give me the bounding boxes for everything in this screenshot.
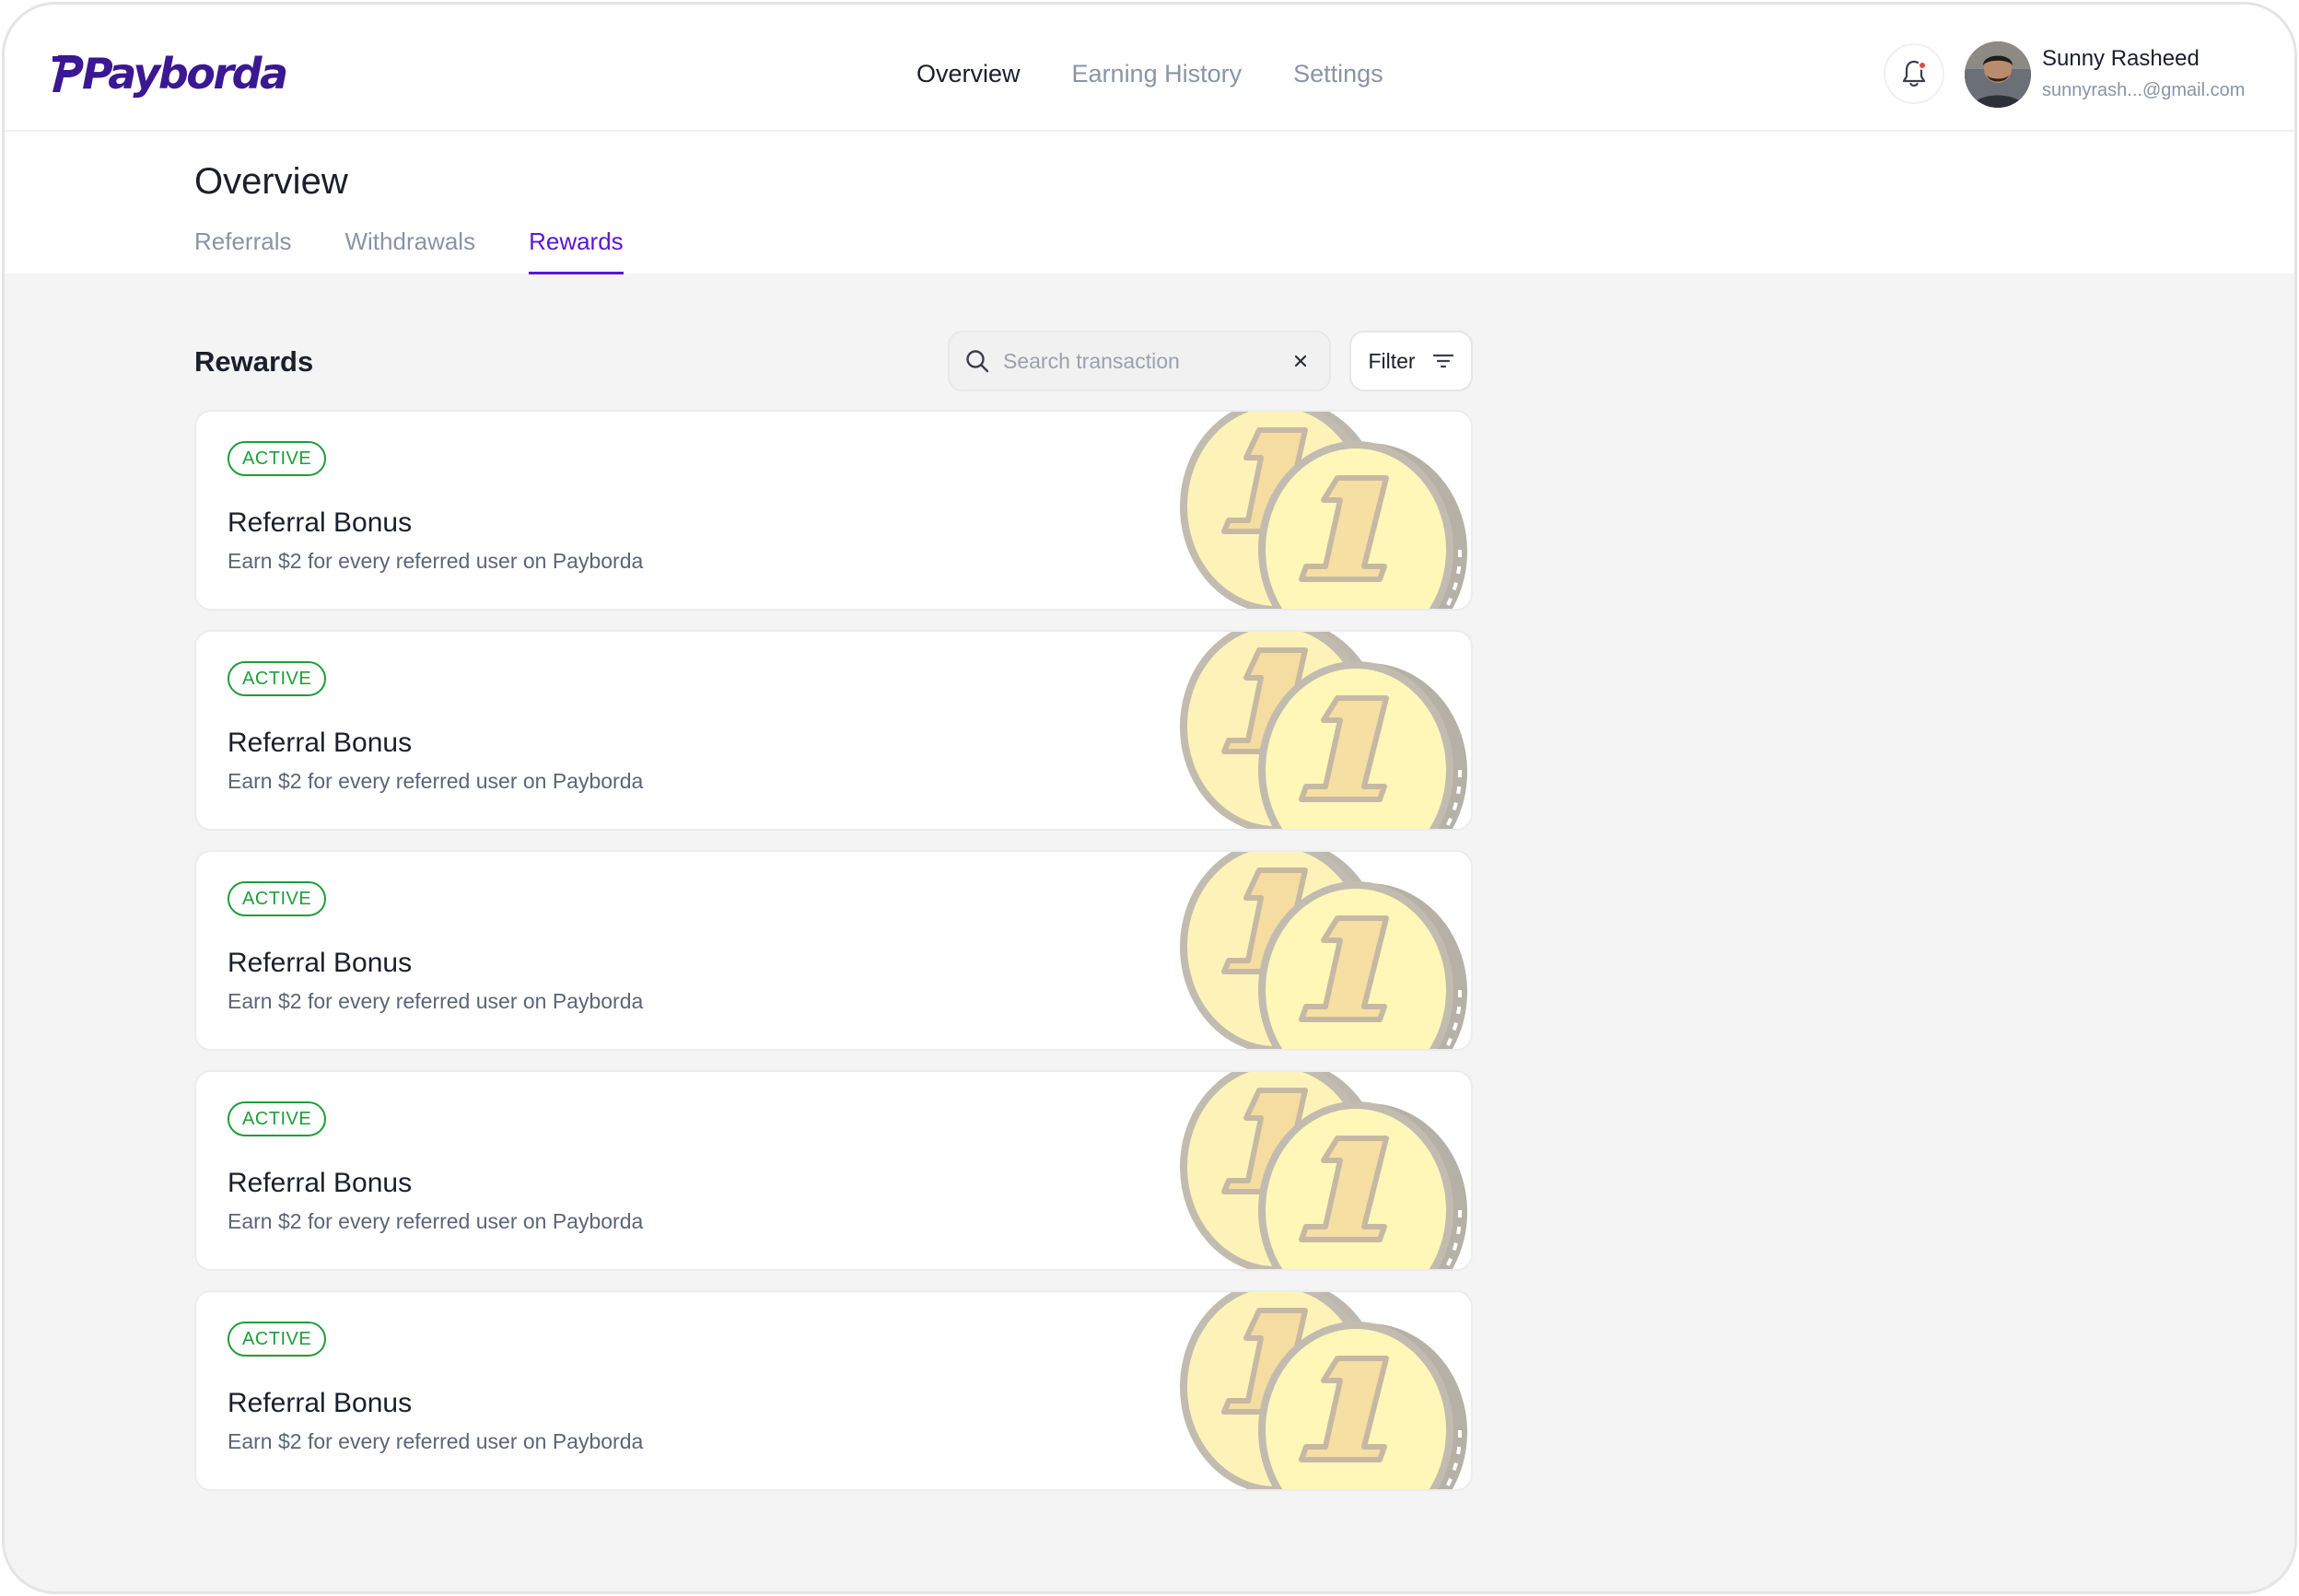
coins-illustration (1167, 852, 1473, 1051)
reward-card[interactable]: ACTIVE Referral Bonus Earn $2 for every … (194, 410, 1473, 611)
close-icon (1294, 355, 1307, 367)
user-name: Sunny Rasheed (2042, 46, 2200, 71)
status-badge: ACTIVE (228, 441, 327, 476)
logo-mark-icon (53, 55, 84, 92)
rewards-section-title: Rewards (194, 345, 314, 378)
brand-name: Payborda (82, 49, 288, 99)
status-badge: ACTIVE (228, 1101, 327, 1136)
reward-title: Referral Bonus (228, 1388, 413, 1418)
top-bar: Payborda Overview Earning History Settin… (5, 5, 2294, 132)
coins-illustration (1167, 632, 1473, 831)
tab-referrals[interactable]: Referrals (194, 227, 291, 274)
overview-tabs: Referrals Withdrawals Rewards (194, 227, 624, 274)
coins-illustration (1167, 1072, 1473, 1271)
nav-settings[interactable]: Settings (1293, 60, 1383, 88)
app-window: Payborda Overview Earning History Settin… (2, 2, 2297, 1594)
reward-description: Earn $2 for every referred user on Paybo… (228, 549, 644, 573)
brand-logo[interactable]: Payborda (53, 49, 288, 99)
filter-icon (1432, 354, 1453, 368)
tab-rewards[interactable]: Rewards (529, 227, 624, 274)
search-input[interactable] (1003, 348, 1287, 374)
reward-card[interactable]: ACTIVE Referral Bonus Earn $2 for every … (194, 1070, 1473, 1271)
reward-card[interactable]: ACTIVE Referral Bonus Earn $2 for every … (194, 850, 1473, 1051)
clear-search-button[interactable] (1287, 347, 1314, 375)
filter-button[interactable]: Filter (1349, 331, 1473, 391)
page-header: Overview Referrals Withdrawals Rewards (5, 132, 2294, 274)
filter-label: Filter (1368, 348, 1416, 373)
user-photo (1965, 41, 2031, 108)
avatar[interactable] (1965, 41, 2031, 108)
reward-card[interactable]: ACTIVE Referral Bonus Earn $2 for every … (194, 1290, 1473, 1491)
status-badge: ACTIVE (228, 661, 327, 696)
user-email: sunnyrash...@gmail.com (2042, 80, 2246, 100)
unread-dot (1918, 61, 1927, 70)
search-box (948, 331, 1331, 391)
status-badge: ACTIVE (228, 1322, 327, 1357)
reward-title: Referral Bonus (228, 948, 413, 978)
rewards-list: ACTIVE Referral Bonus Earn $2 for every … (194, 410, 1473, 1510)
reward-description: Earn $2 for every referred user on Paybo… (228, 769, 644, 793)
reward-card[interactable]: ACTIVE Referral Bonus Earn $2 for every … (194, 630, 1473, 831)
reward-description: Earn $2 for every referred user on Paybo… (228, 1209, 644, 1233)
reward-title: Referral Bonus (228, 507, 413, 538)
coins-illustration (1167, 1292, 1473, 1491)
status-badge: ACTIVE (228, 881, 327, 916)
reward-description: Earn $2 for every referred user on Paybo… (228, 1429, 644, 1453)
notifications-button[interactable] (1884, 43, 1944, 104)
tab-withdrawals[interactable]: Withdrawals (344, 227, 475, 274)
main-nav: Overview Earning History Settings (916, 60, 1383, 88)
reward-description: Earn $2 for every referred user on Paybo… (228, 989, 644, 1013)
page-title: Overview (194, 161, 348, 202)
reward-title: Referral Bonus (228, 1168, 413, 1198)
reward-title: Referral Bonus (228, 728, 413, 758)
coins-illustration (1167, 412, 1473, 611)
nav-overview[interactable]: Overview (916, 60, 1021, 88)
search-icon (966, 350, 989, 373)
nav-earning-history[interactable]: Earning History (1072, 60, 1243, 88)
